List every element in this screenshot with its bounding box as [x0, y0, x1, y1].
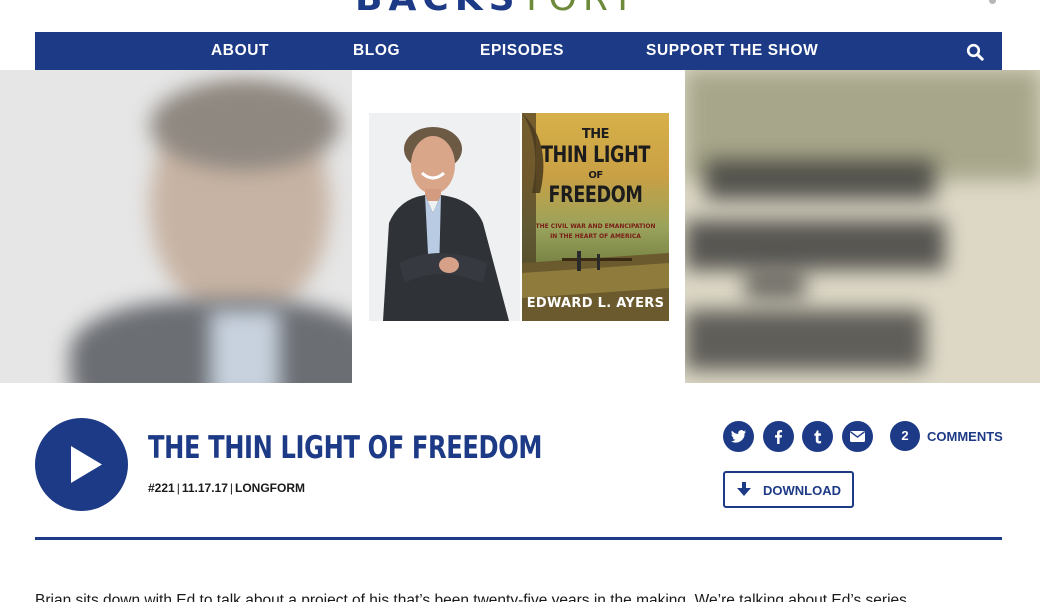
- twitter-icon: [731, 430, 746, 443]
- share-tumblr-button[interactable]: [802, 421, 833, 452]
- comment-count-badge[interactable]: 2: [890, 421, 920, 451]
- episode-date: 11.17.17: [181, 481, 228, 495]
- share-twitter-button[interactable]: [723, 421, 754, 452]
- comments-link[interactable]: COMMENTS: [927, 429, 1003, 444]
- book-subtitle-line1: THE CIVIL WAR AND EMANCIPATION: [535, 223, 656, 230]
- email-icon: [850, 431, 865, 442]
- top-corner-dot: [989, 0, 996, 4]
- book-title-line2: THIN LIGHT: [540, 143, 651, 168]
- book-title-line3: OF: [588, 170, 603, 181]
- episode-hero: THE THIN LIGHT OF FREEDOM THE CIVIL WAR …: [0, 70, 1040, 383]
- book-author: EDWARD L. AYERS: [526, 296, 665, 311]
- hero-blurred-author-photo: [0, 70, 352, 383]
- episode-series-link[interactable]: LONGFORM: [235, 481, 305, 495]
- share-facebook-button[interactable]: [763, 421, 794, 452]
- nav-item-support-the-show[interactable]: SUPPORT THE SHOW: [646, 32, 818, 70]
- facebook-icon: [775, 430, 783, 444]
- episode-meta: #221 | 11.17.17 | LONGFORM: [148, 481, 306, 495]
- nav-item-about[interactable]: ABOUT: [211, 32, 269, 70]
- episode-title: THE THIN LIGHT OF FREEDOM: [148, 430, 543, 466]
- nav-item-episodes[interactable]: EPISODES: [480, 32, 564, 70]
- hero-blurred-book-cover: [685, 70, 1040, 383]
- logo-main: BACKS: [355, 0, 521, 19]
- logo-strip: BACKSTORY: [0, 0, 1040, 32]
- book-cover: THE THIN LIGHT OF FREEDOM THE CIVIL WAR …: [522, 113, 669, 321]
- book-title-line4: FREEDOM: [548, 183, 643, 208]
- tumblr-icon: [814, 430, 822, 444]
- book-subtitle-line2: IN THE HEART OF AMERICA: [550, 233, 641, 240]
- search-icon[interactable]: [966, 43, 984, 61]
- hero-center-panel: THE THIN LIGHT OF FREEDOM THE CIVIL WAR …: [352, 70, 685, 383]
- site-logo[interactable]: BACKSTORY: [355, 0, 640, 19]
- logo-accent: TORY: [521, 0, 640, 19]
- nav-item-blog[interactable]: BLOG: [353, 32, 400, 70]
- episode-number: #221: [148, 481, 175, 495]
- article-intro: Brian sits down with Ed to talk about a …: [35, 592, 907, 602]
- play-icon: [71, 446, 102, 483]
- main-nav: ABOUT BLOG EPISODES SUPPORT THE SHOW: [35, 32, 1002, 70]
- download-button[interactable]: DOWNLOAD: [723, 471, 854, 508]
- section-divider: [35, 537, 1002, 540]
- share-email-button[interactable]: [842, 421, 873, 452]
- download-label: DOWNLOAD: [763, 483, 841, 498]
- arrow-down-icon: [737, 482, 751, 496]
- author-photo: [369, 113, 520, 321]
- book-title-line1: THE: [581, 127, 610, 142]
- play-button[interactable]: [35, 418, 128, 511]
